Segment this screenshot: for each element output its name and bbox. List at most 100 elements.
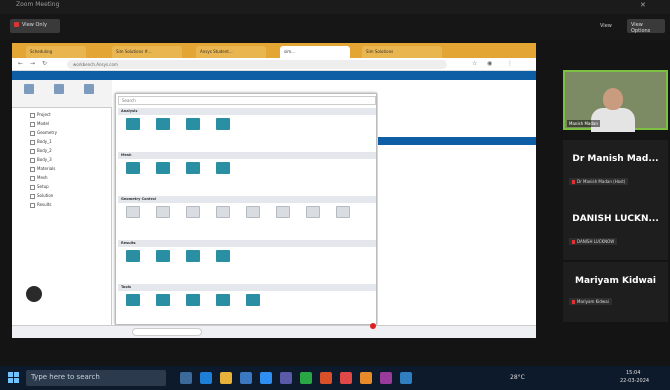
extension-icon[interactable]: ◉ — [487, 60, 492, 67]
view-options-button[interactable]: View Options — [627, 19, 665, 34]
youtube-icon[interactable] — [340, 372, 352, 384]
feature-icon[interactable] — [156, 162, 170, 174]
feature-icon[interactable] — [156, 294, 170, 306]
feature-icon[interactable] — [156, 250, 170, 262]
feature-icon[interactable] — [216, 250, 230, 262]
checkbox[interactable] — [30, 202, 35, 208]
mail-icon[interactable] — [240, 372, 252, 384]
participant-name: Dr Manish Mad... — [572, 154, 659, 164]
feature-icon[interactable] — [246, 294, 260, 306]
tree-item[interactable]: Body_3 — [30, 157, 52, 163]
edge-icon[interactable] — [200, 372, 212, 384]
feature-icon[interactable] — [276, 206, 290, 218]
settings-icon[interactable] — [400, 372, 412, 384]
search-input[interactable]: Search — [118, 96, 376, 105]
participant-tile[interactable]: Dr Manish Mad... Dr Manish Madan (Host) — [563, 140, 668, 200]
forward-icon[interactable]: → — [30, 60, 35, 67]
windows-taskbar: Type here to search 28°C 15:04 22-03-202… — [0, 366, 670, 390]
checkbox[interactable] — [30, 175, 35, 181]
participant-tile[interactable]: DANISH LUCKN... DANISH LUCKNOW — [563, 200, 668, 260]
floating-action-button[interactable] — [26, 286, 42, 302]
browser-tab[interactable]: Sim Solutions — [362, 46, 442, 58]
tree-item[interactable]: Results — [30, 202, 51, 208]
browser-tab-active[interactable]: sim... — [280, 46, 350, 58]
whatsapp-icon[interactable] — [300, 372, 312, 384]
feature-icon[interactable] — [246, 206, 260, 218]
zoom-icon[interactable] — [260, 372, 272, 384]
clock-time[interactable]: 15:04 — [626, 370, 640, 376]
tool-icon[interactable] — [54, 84, 64, 94]
tool-icon[interactable] — [24, 84, 34, 94]
tool-icon[interactable] — [84, 84, 94, 94]
office-icon[interactable] — [320, 372, 332, 384]
taskbar-search-input[interactable]: Type here to search — [26, 370, 166, 386]
feature-icon[interactable] — [126, 118, 140, 130]
mic-muted-icon — [572, 240, 575, 244]
feature-icon[interactable] — [216, 162, 230, 174]
browser-tab[interactable]: Ansys Student... — [196, 46, 266, 58]
tree-item[interactable]: Project — [30, 112, 51, 118]
feature-icon[interactable] — [216, 294, 230, 306]
tree-item[interactable]: Mesh — [30, 175, 48, 181]
tree-item[interactable]: Setup — [30, 184, 49, 190]
checkbox[interactable] — [30, 148, 35, 154]
checkbox[interactable] — [30, 166, 35, 172]
feature-icon[interactable] — [216, 118, 230, 130]
tree-item[interactable]: Solution — [30, 193, 53, 199]
weather-widget[interactable]: 28°C — [510, 374, 525, 381]
feature-icon[interactable] — [186, 162, 200, 174]
checkbox[interactable] — [30, 139, 35, 145]
popup-section-header: Analysis — [118, 108, 376, 115]
url-field[interactable]: workbench.Ansys.com — [67, 60, 447, 69]
feature-icon[interactable] — [336, 206, 350, 218]
checkbox[interactable] — [30, 112, 35, 118]
insert-feature-popup: Search Analysis Mesh Geometry Control Resul… — [115, 93, 377, 325]
remote-search-field[interactable] — [132, 328, 202, 336]
task-view-icon[interactable] — [180, 372, 192, 384]
feature-icon[interactable] — [186, 118, 200, 130]
mic-muted-icon — [572, 300, 575, 304]
feature-icon[interactable] — [216, 206, 230, 218]
menu-icon[interactable]: ⋮ — [507, 60, 513, 67]
checkbox[interactable] — [30, 130, 35, 136]
browser-tab[interactable]: Scheduling — [26, 46, 86, 58]
remote-taskbar — [12, 325, 536, 338]
feature-icon[interactable] — [186, 250, 200, 262]
checkbox[interactable] — [30, 193, 35, 199]
tree-item[interactable]: Model — [30, 121, 49, 127]
app-toolbar — [12, 71, 536, 80]
feature-icon[interactable] — [126, 250, 140, 262]
clock-date[interactable]: 22-03-2024 — [620, 378, 649, 384]
checkbox[interactable] — [30, 184, 35, 190]
feature-icon[interactable] — [186, 206, 200, 218]
feature-icon[interactable] — [306, 206, 320, 218]
feature-icon[interactable] — [126, 162, 140, 174]
view-only-button[interactable]: View Only — [10, 19, 60, 33]
back-icon[interactable]: ← — [18, 60, 23, 67]
feature-icon[interactable] — [126, 294, 140, 306]
feature-icon[interactable] — [126, 206, 140, 218]
app-icon[interactable] — [380, 372, 392, 384]
windows-start-icon[interactable] — [8, 372, 20, 384]
popup-section-header: Geometry Control — [118, 196, 376, 203]
active-speaker-video[interactable]: Manish Madan — [563, 70, 668, 132]
tree-item[interactable]: Geometry — [30, 130, 57, 136]
browser-tab[interactable]: Sim Solutions #... — [112, 46, 182, 58]
address-bar: ← → ↻ workbench.Ansys.com ☆ ◉ ⋮ — [12, 58, 536, 71]
tree-item[interactable]: Body_2 — [30, 148, 52, 154]
file-explorer-icon[interactable] — [220, 372, 232, 384]
teams-icon[interactable] — [280, 372, 292, 384]
popup-section-header: Results — [118, 240, 376, 247]
refresh-icon[interactable]: ↻ — [42, 60, 47, 67]
tree-item[interactable]: Materials — [30, 166, 55, 172]
feature-icon[interactable] — [156, 118, 170, 130]
close-icon[interactable]: ✕ — [640, 1, 646, 9]
star-icon[interactable]: ☆ — [472, 60, 477, 67]
checkbox[interactable] — [30, 157, 35, 163]
participant-tile[interactable]: Mariyam Kidwai Mariyam Kidwai — [563, 262, 668, 322]
checkbox[interactable] — [30, 121, 35, 127]
tree-item[interactable]: Body_1 — [30, 139, 52, 145]
firefox-icon[interactable] — [360, 372, 372, 384]
feature-icon[interactable] — [186, 294, 200, 306]
feature-icon[interactable] — [156, 206, 170, 218]
